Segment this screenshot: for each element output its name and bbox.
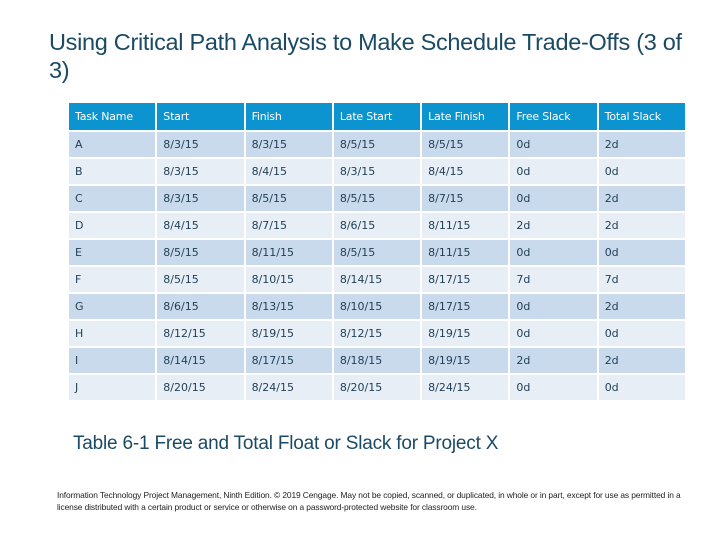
cell-task-name: I: [66, 346, 158, 375]
cell-total-slack: 0d: [596, 238, 688, 267]
cell-total-slack: 0d: [596, 319, 688, 348]
cell-task-name: J: [66, 373, 158, 402]
cell-total-slack: 7d: [596, 265, 688, 294]
cell-late-finish: 8/5/15: [420, 130, 511, 159]
slide-title: Using Critical Path Analysis to Make Sch…: [49, 29, 682, 83]
table-caption: Table 6-1 Free and Total Float or Slack …: [73, 433, 499, 454]
cell-task-name: C: [66, 184, 158, 213]
cell-total-slack: 0d: [596, 373, 688, 402]
cell-task-name: H: [66, 319, 158, 348]
table-row: H 8/12/15 8/19/15 8/12/15 8/19/15 0d 0d: [66, 319, 688, 348]
cell-late-start: 8/12/15: [331, 319, 423, 348]
cell-total-slack: 2d: [596, 292, 688, 321]
cell-free-slack: 0d: [508, 292, 599, 321]
cell-total-slack: 2d: [596, 346, 688, 375]
table-row: C 8/3/15 8/5/15 8/5/15 8/7/15 0d 2d: [66, 184, 688, 213]
cell-total-slack: 2d: [596, 211, 688, 240]
cell-free-slack: 0d: [508, 184, 599, 213]
table-row: I 8/14/15 8/17/15 8/18/15 8/19/15 2d 2d: [66, 346, 688, 375]
header-task-name: Task Name: [66, 101, 158, 132]
table-row: E 8/5/15 8/11/15 8/5/15 8/11/15 0d 0d: [66, 238, 688, 267]
cell-late-start: 8/5/15: [331, 184, 423, 213]
cell-finish: 8/3/15: [243, 130, 334, 159]
cell-finish: 8/10/15: [243, 265, 334, 294]
table-row: J 8/20/15 8/24/15 8/20/15 8/24/15 0d 0d: [66, 373, 688, 402]
cell-late-finish: 8/19/15: [420, 319, 511, 348]
cell-free-slack: 0d: [508, 238, 599, 267]
table-row: B 8/3/15 8/4/15 8/3/15 8/4/15 0d 0d: [66, 157, 688, 186]
cell-finish: 8/5/15: [243, 184, 334, 213]
cell-free-slack: 0d: [508, 319, 599, 348]
cell-total-slack: 2d: [596, 130, 688, 159]
cell-late-finish: 8/7/15: [420, 184, 511, 213]
header-finish: Finish: [243, 101, 334, 132]
cell-task-name: G: [66, 292, 158, 321]
cell-free-slack: 0d: [508, 373, 599, 402]
cell-start: 8/14/15: [155, 346, 246, 375]
table-row: D 8/4/15 8/7/15 8/6/15 8/11/15 2d 2d: [66, 211, 688, 240]
copyright-footer: Information Technology Project Managemen…: [57, 490, 681, 512]
cell-finish: 8/11/15: [243, 238, 334, 267]
cell-total-slack: 0d: [596, 157, 688, 186]
table-row: G 8/6/15 8/13/15 8/10/15 8/17/15 0d 2d: [66, 292, 688, 321]
table-header-row: Task Name Start Finish Late Start Late F…: [66, 101, 688, 132]
header-start: Start: [155, 101, 246, 132]
cell-free-slack: 2d: [508, 211, 599, 240]
cell-late-start: 8/5/15: [331, 238, 423, 267]
cell-finish: 8/19/15: [243, 319, 334, 348]
header-late-finish: Late Finish: [420, 101, 511, 132]
header-total-slack: Total Slack: [596, 101, 688, 132]
cell-late-finish: 8/17/15: [420, 265, 511, 294]
cell-task-name: B: [66, 157, 158, 186]
cell-finish: 8/24/15: [243, 373, 334, 402]
table-row: F 8/5/15 8/10/15 8/14/15 8/17/15 7d 7d: [66, 265, 688, 294]
cell-finish: 8/7/15: [243, 211, 334, 240]
cell-late-finish: 8/4/15: [420, 157, 511, 186]
cell-task-name: D: [66, 211, 158, 240]
cell-late-finish: 8/17/15: [420, 292, 511, 321]
table-row: A 8/3/15 8/3/15 8/5/15 8/5/15 0d 2d: [66, 130, 688, 159]
cell-start: 8/3/15: [155, 157, 246, 186]
cell-late-start: 8/20/15: [331, 373, 423, 402]
cell-start: 8/4/15: [155, 211, 246, 240]
cell-task-name: A: [66, 130, 158, 159]
cell-task-name: F: [66, 265, 158, 294]
cell-late-start: 8/5/15: [331, 130, 423, 159]
cell-start: 8/12/15: [155, 319, 246, 348]
cell-late-finish: 8/19/15: [420, 346, 511, 375]
cell-late-start: 8/3/15: [331, 157, 423, 186]
table-body: A 8/3/15 8/3/15 8/5/15 8/5/15 0d 2d B 8/3/15 8/4/…: [66, 130, 688, 402]
cell-start: 8/5/15: [155, 265, 246, 294]
cell-free-slack: 7d: [508, 265, 599, 294]
header-late-start: Late Start: [331, 101, 423, 132]
header-free-slack: Free Slack: [508, 101, 599, 132]
cell-start: 8/5/15: [155, 238, 246, 267]
cell-free-slack: 2d: [508, 346, 599, 375]
cell-total-slack: 2d: [596, 184, 688, 213]
cell-free-slack: 0d: [508, 157, 599, 186]
cell-late-finish: 8/24/15: [420, 373, 511, 402]
cell-finish: 8/4/15: [243, 157, 334, 186]
cell-late-start: 8/14/15: [331, 265, 423, 294]
cell-start: 8/20/15: [155, 373, 246, 402]
cell-start: 8/3/15: [155, 184, 246, 213]
cell-late-finish: 8/11/15: [420, 211, 511, 240]
cell-finish: 8/13/15: [243, 292, 334, 321]
cell-finish: 8/17/15: [243, 346, 334, 375]
cell-late-start: 8/18/15: [331, 346, 423, 375]
cell-start: 8/3/15: [155, 130, 246, 159]
cell-task-name: E: [66, 238, 158, 267]
slack-table: Task Name Start Finish Late Start Late F…: [66, 101, 688, 402]
cell-free-slack: 0d: [508, 130, 599, 159]
cell-late-start: 8/10/15: [331, 292, 423, 321]
cell-late-finish: 8/11/15: [420, 238, 511, 267]
cell-late-start: 8/6/15: [331, 211, 423, 240]
cell-start: 8/6/15: [155, 292, 246, 321]
